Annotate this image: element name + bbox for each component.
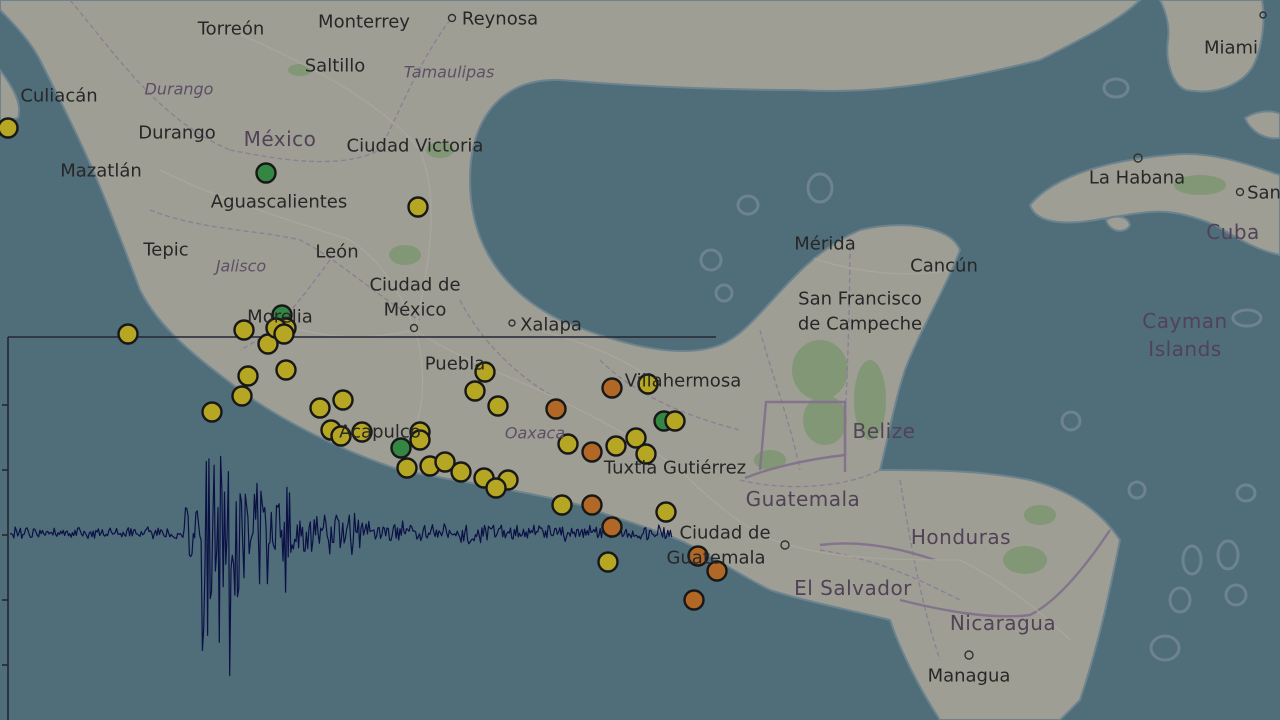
country-label-nicaragua: Nicaragua (949, 611, 1057, 635)
city-label-reynosa: Reynosa (461, 8, 539, 30)
city-label-acapulco: Acapulco (339, 421, 421, 443)
city-label-cdmx-line2: México (383, 299, 447, 321)
city-label-tuxtla: Tuxtla Gutiérrez (603, 457, 747, 479)
city-label-la-habana: La Habana (1088, 167, 1186, 189)
country-label-el-salvador: El Salvador (794, 576, 912, 600)
city-label-merida: Mérida (794, 233, 856, 255)
city-label-villahermosa: Villahermosa (624, 370, 742, 392)
city-label-san: San (1247, 182, 1280, 204)
city-label-torreon: Torreón (197, 18, 265, 40)
country-label-guatemala: Guatemala (745, 487, 861, 511)
city-label-aguascalientes: Aguascalientes (210, 191, 348, 213)
country-label-mexico: México (243, 127, 317, 151)
city-label-ciudad-victoria: Ciudad Victoria (346, 135, 484, 157)
label-layer: Torreón Monterrey Reynosa Saltillo Culia… (20, 8, 1280, 687)
country-label-belize: Belize (852, 419, 916, 443)
state-label-durango: Durango (144, 79, 214, 99)
city-label-monterrey: Monterrey (318, 11, 410, 33)
city-label-miami: Miami (1203, 37, 1259, 59)
state-label-tamaulipas: Tamaulipas (403, 62, 495, 82)
city-label-morelia: Morelia (247, 306, 313, 328)
country-label-cayman-line1: Cayman (1142, 309, 1228, 333)
city-label-cancun: Cancún (910, 255, 978, 277)
city-label-guatemala-line2: Guatemala (666, 547, 766, 569)
city-label-puebla: Puebla (424, 353, 486, 375)
city-label-xalapa: Xalapa (520, 314, 582, 336)
city-label-mazatlan: Mazatlán (60, 160, 142, 182)
city-label-tepic: Tepic (143, 239, 189, 261)
city-label-managua: Managua (927, 665, 1011, 687)
country-label-honduras: Honduras (910, 525, 1012, 549)
country-label-cayman-line2: Islands (1148, 337, 1222, 361)
map-canvas[interactable]: Torreón Monterrey Reynosa Saltillo Culia… (0, 0, 1280, 720)
city-label-cdmx-line1: Ciudad de (369, 274, 461, 296)
state-label-jalisco: Jalisco (215, 256, 267, 276)
city-label-campeche-line1: San Francisco (798, 288, 922, 310)
country-label-cuba: Cuba (1206, 220, 1260, 244)
city-label-guatemala-line1: Ciudad de (679, 522, 771, 544)
city-label-campeche-line2: de Campeche (797, 313, 923, 335)
city-label-culiacan: Culiacán (20, 85, 98, 107)
city-label-leon: León (315, 241, 359, 263)
city-label-durango: Durango (138, 122, 216, 144)
state-label-oaxaca: Oaxaca (504, 423, 566, 443)
city-label-saltillo: Saltillo (304, 55, 366, 77)
